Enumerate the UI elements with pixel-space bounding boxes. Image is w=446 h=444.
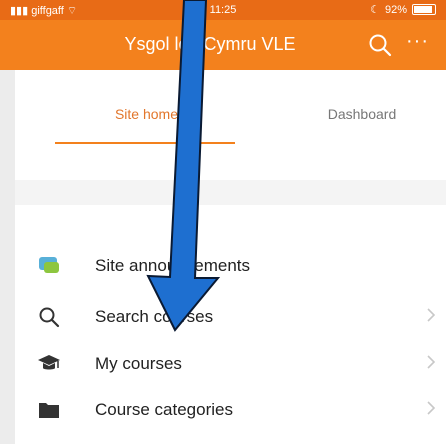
annotation-arrow (146, 0, 221, 332)
